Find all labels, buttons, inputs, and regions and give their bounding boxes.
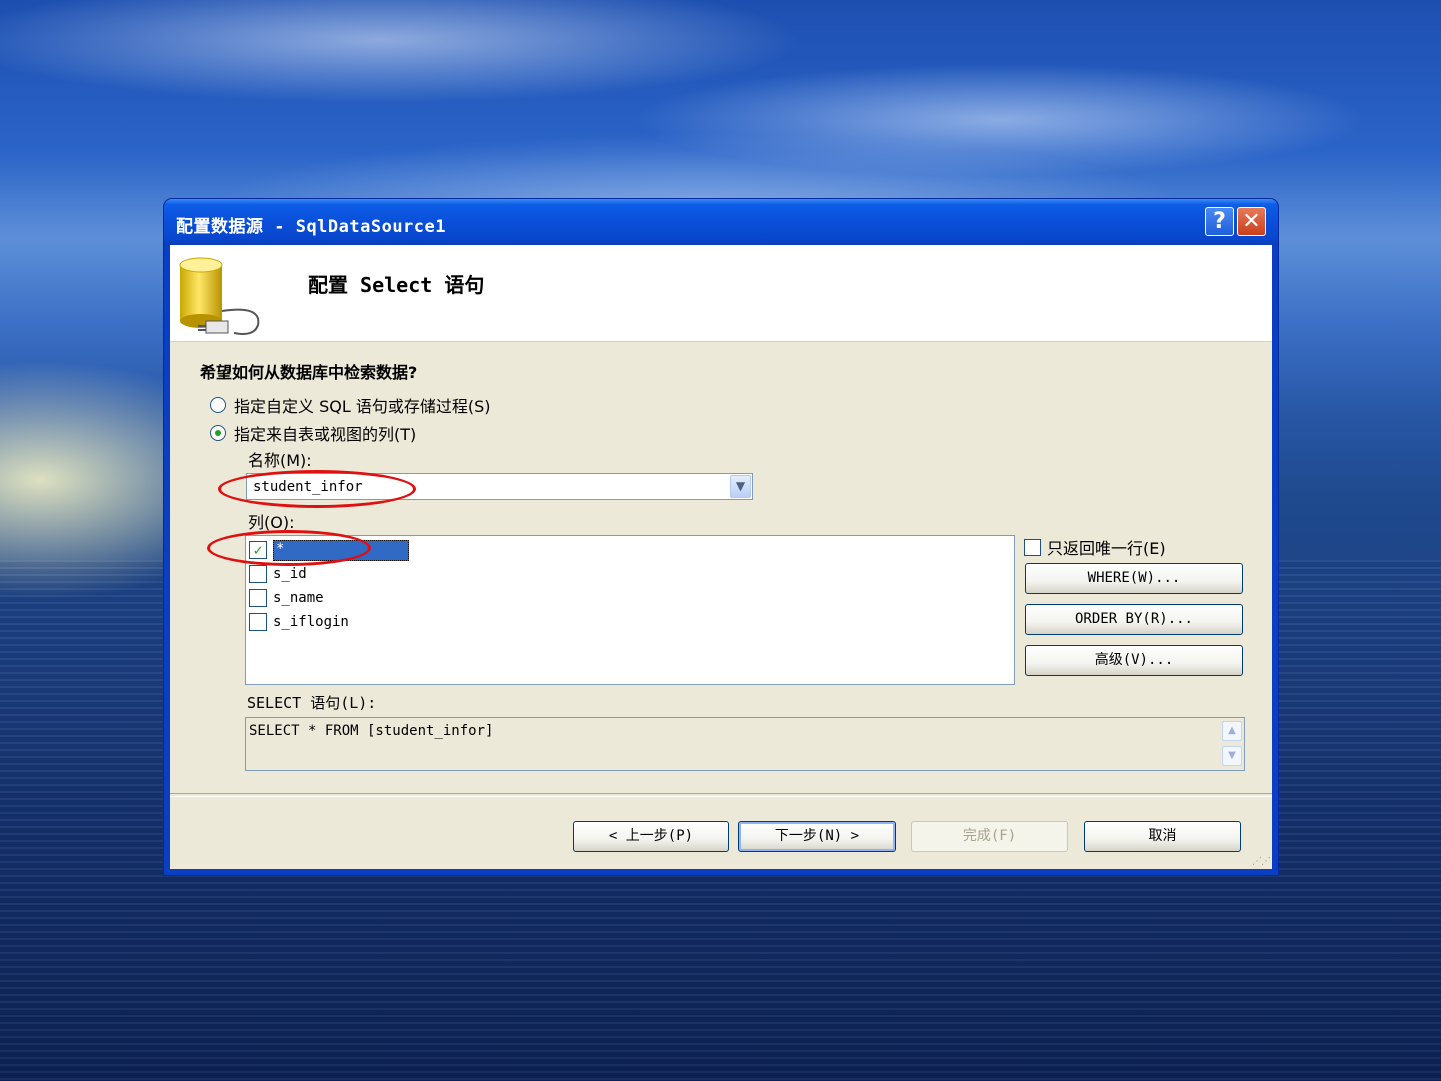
option-custom-sql-label: 指定自定义 SQL 语句或存储过程(S) <box>234 397 491 416</box>
title-bar[interactable]: 配置数据源 - SqlDataSource1 ? ✕ <box>164 199 1278 245</box>
unique-rows-label: 只返回唯一行(E) <box>1047 539 1166 558</box>
highlight-oval-table-name <box>218 470 416 508</box>
highlight-oval-star-column <box>207 530 371 566</box>
column-s-name-checkbox[interactable] <box>249 589 267 607</box>
option-table-columns[interactable]: 指定来自表或视图的列(T) <box>210 421 416 445</box>
window-title: 配置数据源 - SqlDataSource1 <box>176 217 446 237</box>
page-title: 配置 Select 语句 <box>308 273 485 297</box>
sql-label: SELECT 语句(L): <box>247 694 377 712</box>
finish-button[interactable]: 完成(F) <box>911 821 1068 852</box>
retrieve-question: 希望如何从数据库中检索数据? <box>200 363 418 382</box>
wizard-header: 配置 Select 语句 <box>170 245 1272 342</box>
resize-grip-icon[interactable]: ⋰⋰ <box>1252 856 1271 867</box>
scroll-down-icon[interactable]: ▼ <box>1222 746 1242 766</box>
column-item-s-name[interactable]: s_name <box>249 587 324 609</box>
select-statement-text: SELECT * FROM [student_infor] <box>249 723 494 739</box>
close-button[interactable]: ✕ <box>1237 207 1266 236</box>
column-item-s-iflogin[interactable]: s_iflogin <box>249 611 349 633</box>
unique-rows-checkbox[interactable] <box>1024 538 1041 556</box>
columns-listbox[interactable]: ✓ * s_id s_name s_iflogin <box>245 535 1015 685</box>
chevron-down-icon[interactable]: ▼ <box>730 475 751 498</box>
next-button[interactable]: 下一步(N) > <box>738 821 896 852</box>
where-button[interactable]: WHERE(W)... <box>1025 563 1243 594</box>
footer-divider <box>170 793 1272 797</box>
column-s-id-label: s_id <box>273 566 307 582</box>
cancel-button[interactable]: 取消 <box>1084 821 1241 852</box>
back-button[interactable]: < 上一步(P) <box>573 821 729 852</box>
advanced-button[interactable]: 高级(V)... <box>1025 645 1243 676</box>
column-s-name-label: s_name <box>273 590 324 606</box>
scroll-up-icon[interactable]: ▲ <box>1222 721 1242 741</box>
select-statement-box[interactable]: SELECT * FROM [student_infor] ▲ ▼ <box>245 717 1245 771</box>
help-button[interactable]: ? <box>1205 207 1234 236</box>
name-label: 名称(M): <box>248 451 312 470</box>
option-table-columns-label: 指定来自表或视图的列(T) <box>234 425 417 444</box>
order-by-button[interactable]: ORDER BY(R)... <box>1025 604 1243 635</box>
unique-rows-option[interactable]: 只返回唯一行(E) <box>1024 535 1166 559</box>
column-s-iflogin-label: s_iflogin <box>273 614 349 630</box>
column-s-iflogin-checkbox[interactable] <box>249 613 267 631</box>
radio-table-columns[interactable] <box>210 425 226 441</box>
column-s-id-checkbox[interactable] <box>249 565 267 583</box>
option-custom-sql[interactable]: 指定自定义 SQL 语句或存储过程(S) <box>210 393 490 417</box>
radio-custom-sql[interactable] <box>210 397 226 413</box>
database-plug-icon <box>179 257 260 335</box>
column-item-s-id[interactable]: s_id <box>249 563 307 585</box>
